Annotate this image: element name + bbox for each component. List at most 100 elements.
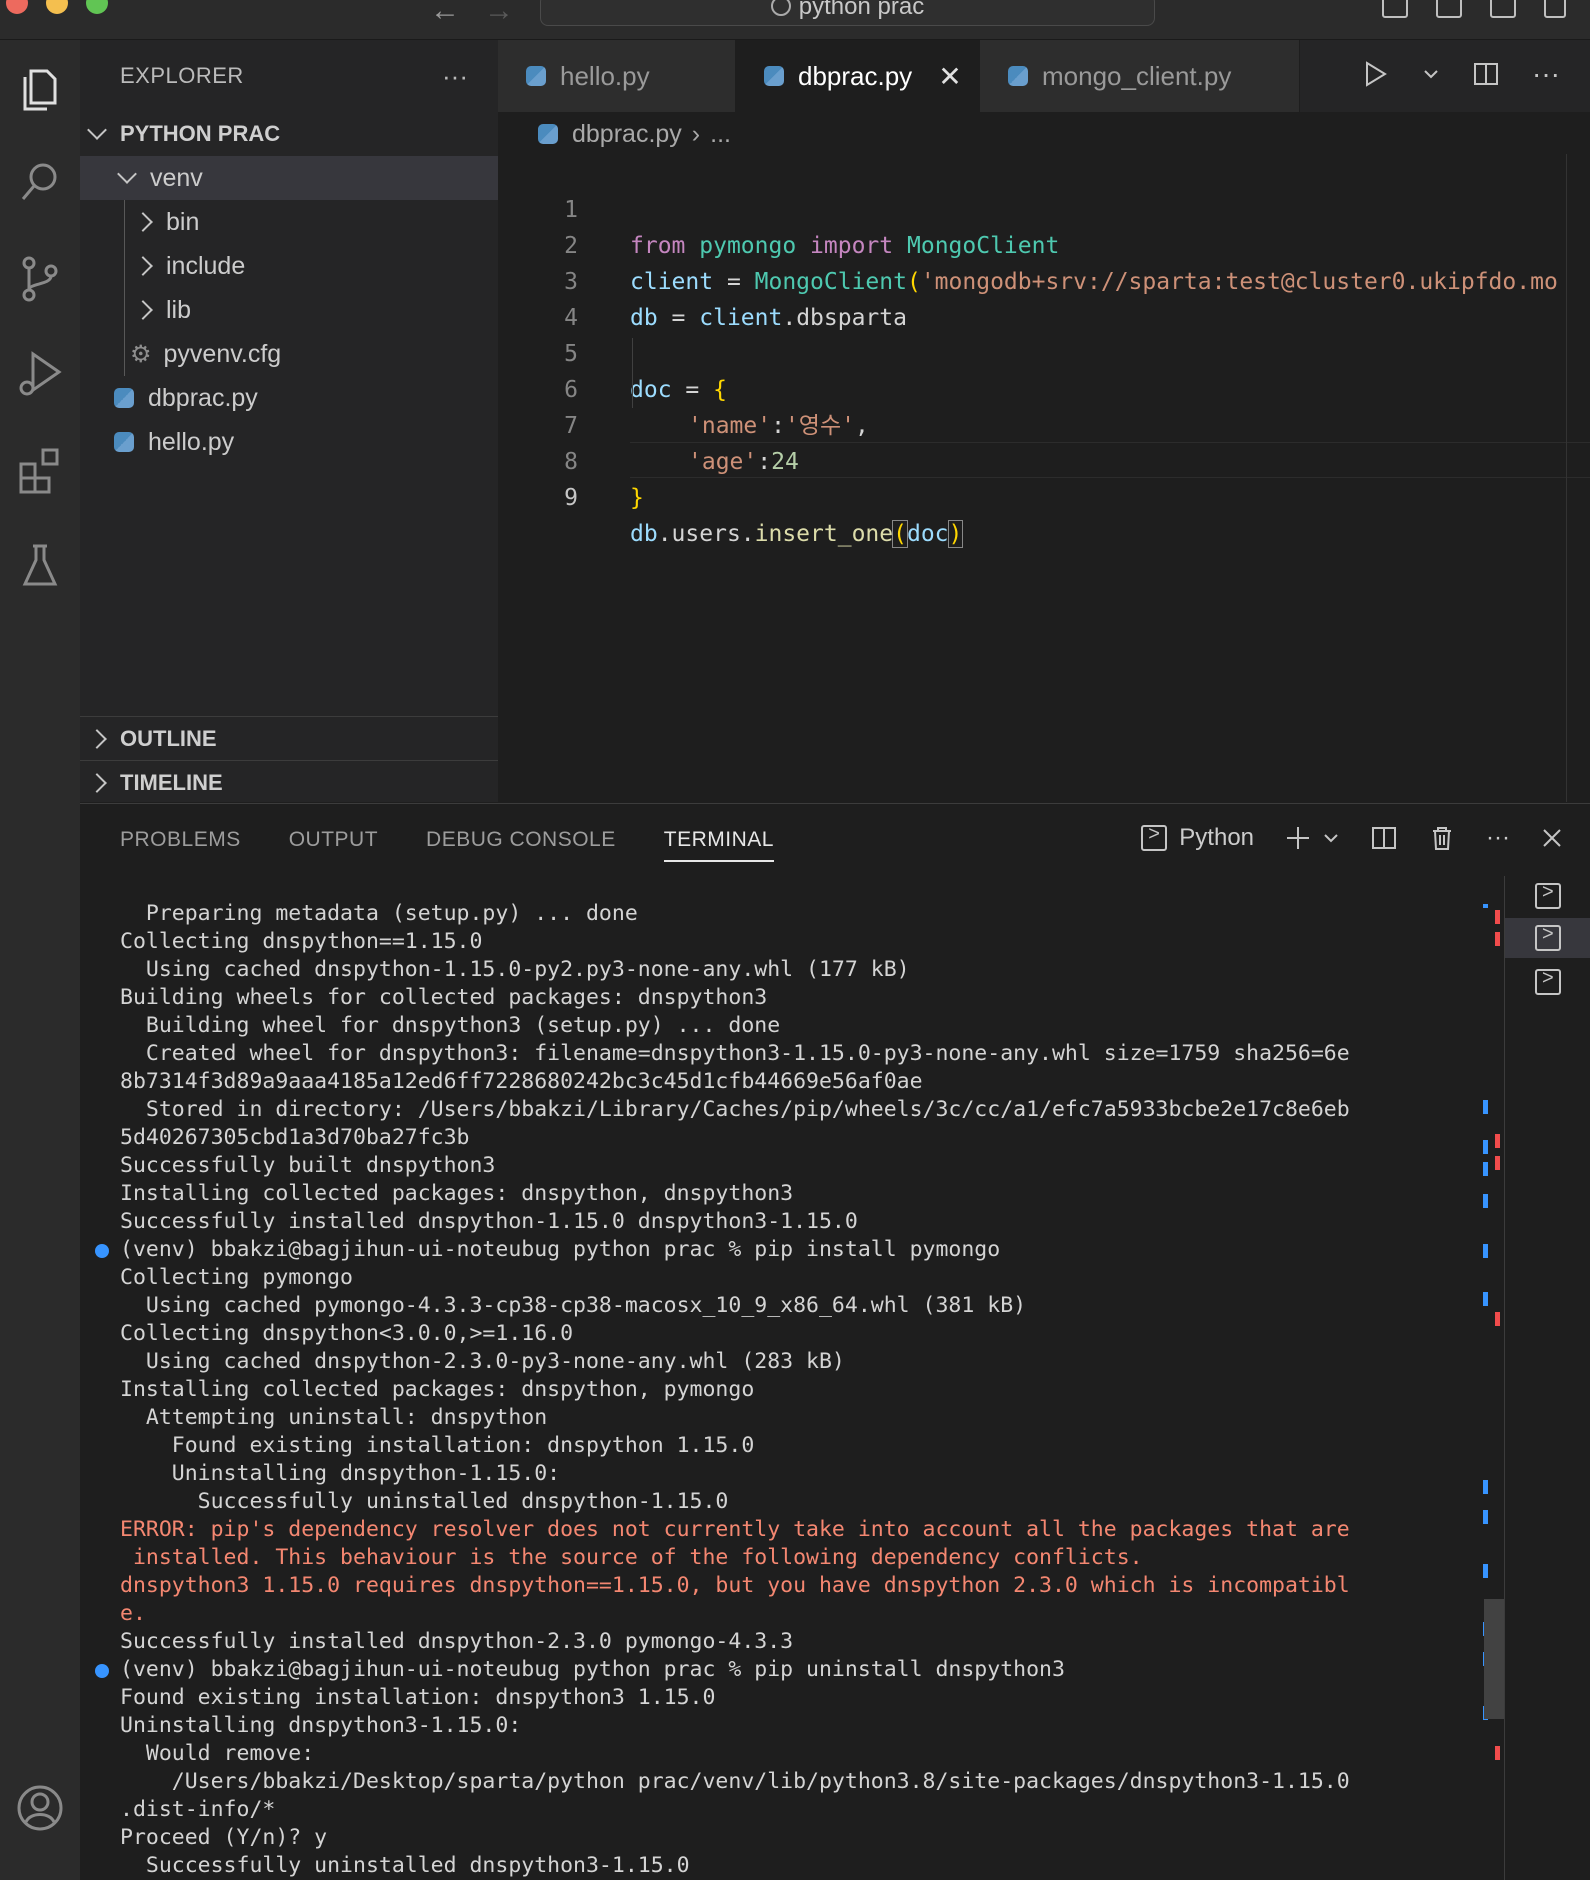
code-line: 9 db.users.insert_one(doc) bbox=[498, 444, 1568, 548]
search-label: python prac bbox=[798, 0, 925, 20]
more-actions-icon[interactable]: ··· bbox=[442, 61, 468, 92]
chevron-right-icon: › bbox=[691, 119, 701, 148]
tab-output[interactable]: OUTPUT bbox=[289, 804, 378, 876]
chevron-down-icon[interactable] bbox=[1422, 65, 1440, 83]
account-icon[interactable] bbox=[0, 1778, 80, 1838]
command-center-search[interactable]: python prac bbox=[540, 0, 1155, 26]
outline-label: OUTLINE bbox=[120, 726, 217, 751]
maximize-window-button[interactable] bbox=[86, 0, 108, 14]
tab-hello-py[interactable]: hello.py bbox=[498, 40, 736, 112]
terminal-line: Building wheel for dnspython3 (setup.py)… bbox=[120, 1013, 781, 1038]
trash-icon[interactable] bbox=[1428, 824, 1456, 852]
extensions-icon[interactable] bbox=[0, 440, 80, 500]
terminal-instance-2[interactable] bbox=[1505, 918, 1590, 958]
tab-debug-console[interactable]: DEBUG CONSOLE bbox=[426, 804, 616, 876]
terminal-line: Found existing installation: dnspython 1… bbox=[120, 1433, 755, 1458]
close-panel-icon[interactable] bbox=[1540, 826, 1564, 850]
run-and-debug-icon[interactable] bbox=[0, 344, 80, 404]
terminal-instance-3[interactable] bbox=[1505, 962, 1590, 1002]
terminal-error-line: dnspython3 1.15.0 requires dnspython==1.… bbox=[120, 1573, 1350, 1598]
customize-layout-icon[interactable] bbox=[1544, 0, 1566, 18]
code-line: 4 bbox=[498, 264, 1568, 331]
close-window-button[interactable] bbox=[6, 0, 28, 14]
tab-dbprac-py[interactable]: dbprac.py ✕ bbox=[736, 40, 980, 112]
outline-header[interactable]: OUTLINE bbox=[80, 717, 498, 761]
terminal-icon bbox=[1535, 967, 1561, 995]
back-arrow-icon[interactable]: ← bbox=[430, 0, 460, 26]
tab-problems[interactable]: PROBLEMS bbox=[120, 804, 241, 876]
tree-item-label: venv bbox=[150, 163, 203, 192]
run-python-file-icon[interactable] bbox=[1360, 59, 1390, 89]
overview-mark bbox=[1495, 910, 1500, 924]
terminal-tabs-list bbox=[1504, 876, 1590, 1880]
command-decoration-icon[interactable] bbox=[95, 1244, 109, 1258]
testing-icon[interactable] bbox=[0, 536, 80, 596]
code-editor[interactable]: 1 from pymongo import MongoClient 2 clie… bbox=[498, 154, 1568, 802]
breadcrumb-rest[interactable]: ... bbox=[710, 120, 731, 149]
breadcrumb-file[interactable]: dbprac.py bbox=[572, 120, 682, 149]
tree-item-venv[interactable]: venv bbox=[80, 156, 498, 200]
terminal-line: 5d40267305cbd1a3d70ba27fc3b bbox=[120, 1125, 470, 1150]
toggle-panel-icon[interactable] bbox=[1436, 0, 1462, 18]
outline-section[interactable]: OUTLINE bbox=[80, 716, 498, 761]
overview-mark bbox=[1483, 1480, 1488, 1494]
terminal-line: Collecting pymongo bbox=[120, 1265, 353, 1290]
tab-mongo-client-py[interactable]: mongo_client.py bbox=[980, 40, 1300, 112]
tab-label: mongo_client.py bbox=[1042, 60, 1232, 91]
tree-item-lib[interactable]: lib bbox=[80, 288, 498, 332]
tree-item-label: dbprac.py bbox=[148, 383, 258, 412]
explorer-icon[interactable] bbox=[0, 58, 80, 118]
terminal-line: Installing collected packages: dnspython… bbox=[120, 1181, 794, 1206]
terminal-line: Using cached dnspython-2.3.0-py3-none-an… bbox=[120, 1349, 845, 1374]
tree-item-hello-py[interactable]: hello.py bbox=[80, 420, 498, 464]
command-decoration-icon[interactable] bbox=[95, 1664, 109, 1678]
terminal-line: Building wheels for collected packages: … bbox=[120, 985, 768, 1010]
overview-mark bbox=[1495, 1746, 1500, 1760]
chevron-down-icon bbox=[87, 120, 107, 140]
terminal-line: Successfully uninstalled dnspython3-1.15… bbox=[120, 1853, 690, 1878]
indent-guide bbox=[124, 244, 125, 288]
tree-item-include[interactable]: include bbox=[80, 244, 498, 288]
terminal-line: Stored in directory: /Users/bbakzi/Libra… bbox=[120, 1097, 1350, 1122]
python-file-icon bbox=[1008, 66, 1028, 86]
search-icon[interactable] bbox=[0, 152, 80, 212]
chevron-right-icon bbox=[87, 729, 107, 749]
tab-terminal[interactable]: TERMINAL bbox=[663, 804, 775, 876]
more-actions-icon[interactable]: ··· bbox=[1486, 824, 1510, 852]
overview-mark bbox=[1495, 1312, 1500, 1326]
timeline-section[interactable]: TIMELINE bbox=[80, 760, 498, 805]
tree-item-dbprac-py[interactable]: dbprac.py bbox=[80, 376, 498, 420]
terminal-line: Successfully installed dnspython-2.3.0 p… bbox=[120, 1629, 794, 1654]
explorer-sidebar: EXPLORER ··· PYTHON PRAC venv bin includ… bbox=[80, 40, 498, 802]
forward-arrow-icon[interactable]: → bbox=[484, 0, 514, 26]
project-folder-header[interactable]: PYTHON PRAC bbox=[80, 112, 498, 156]
overview-mark bbox=[1483, 1510, 1488, 1524]
tree-item-label: lib bbox=[166, 295, 192, 324]
terminal-icon bbox=[1535, 881, 1561, 909]
overview-mark bbox=[1495, 932, 1500, 946]
terminal-line: Successfully installed dnspython-1.15.0 … bbox=[120, 1209, 858, 1234]
tree-item-bin[interactable]: bin bbox=[80, 200, 498, 244]
toggle-secondary-sidebar-icon[interactable] bbox=[1490, 0, 1516, 18]
chevron-down-icon[interactable] bbox=[1322, 829, 1340, 847]
close-tab-icon[interactable]: ✕ bbox=[938, 60, 961, 93]
terminal-instance-1[interactable] bbox=[1505, 876, 1590, 916]
terminal-shell-label[interactable]: Python bbox=[1179, 824, 1254, 852]
activity-bar bbox=[0, 40, 80, 1880]
timeline-header[interactable]: TIMELINE bbox=[80, 761, 498, 805]
terminal-line: Found existing installation: dnspython3 … bbox=[120, 1685, 716, 1710]
minimize-window-button[interactable] bbox=[46, 0, 68, 14]
new-terminal-icon[interactable] bbox=[1284, 824, 1312, 852]
tree-item-pyvenv-cfg[interactable]: ⚙ pyvenv.cfg bbox=[80, 332, 498, 376]
tree-item-label: hello.py bbox=[148, 427, 235, 456]
code-line: 1 from pymongo import MongoClient bbox=[498, 156, 1568, 259]
toggle-sidebar-icon[interactable] bbox=[1382, 0, 1408, 18]
split-editor-icon[interactable] bbox=[1472, 60, 1500, 88]
terminal-scrollbar-thumb[interactable] bbox=[1484, 1599, 1504, 1719]
source-control-icon[interactable] bbox=[0, 248, 80, 308]
more-actions-icon[interactable]: ··· bbox=[1532, 58, 1560, 90]
timeline-label: TIMELINE bbox=[120, 770, 223, 795]
overview-mark bbox=[1483, 1564, 1488, 1578]
breadcrumb: dbprac.py › ... bbox=[538, 114, 731, 154]
split-terminal-icon[interactable] bbox=[1370, 824, 1398, 852]
